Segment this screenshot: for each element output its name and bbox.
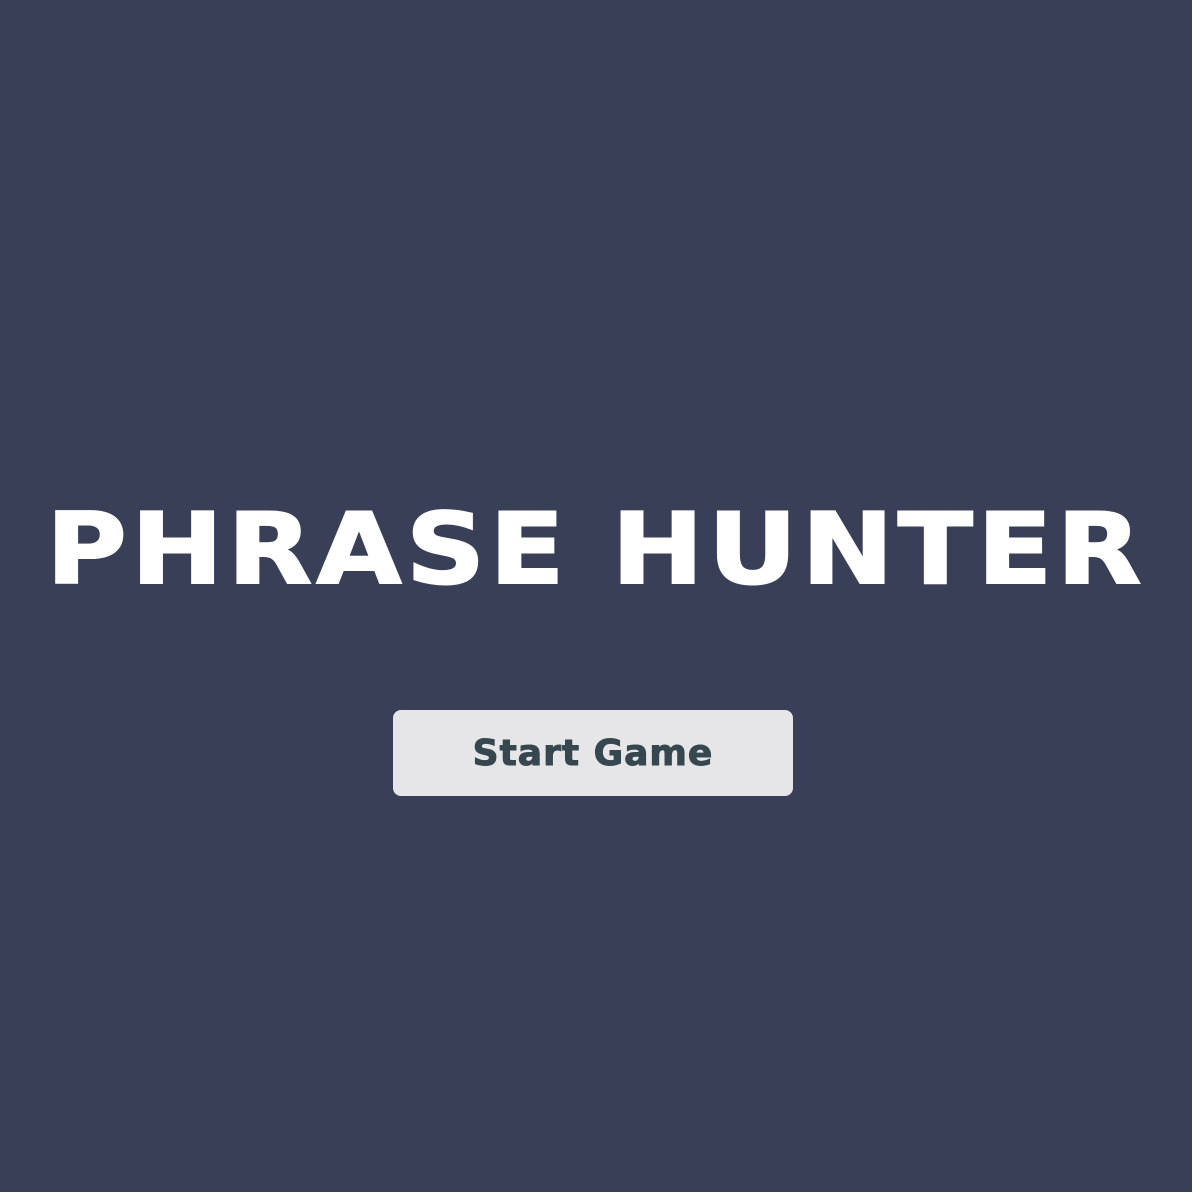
game-title: PHRASE HUNTER — [45, 492, 1146, 608]
start-overlay: PHRASE HUNTER Start Game — [0, 0, 1192, 1192]
start-game-button-label: Start Game — [472, 732, 714, 774]
start-game-button[interactable]: Start Game — [393, 710, 793, 796]
